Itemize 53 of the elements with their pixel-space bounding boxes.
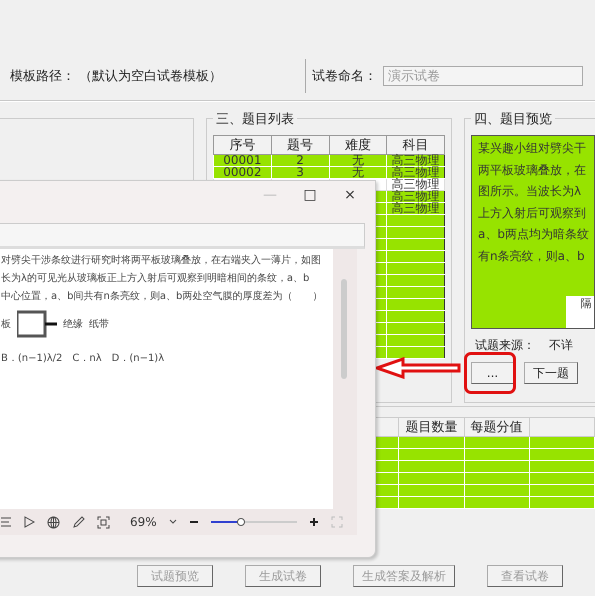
question-text: 中心位置，a、b间共有n条亮纹，则a、b两处空气膜的厚度差为（ ） <box>1 291 324 302</box>
pencil-icon[interactable] <box>72 516 85 528</box>
field-label: 试卷命名： <box>312 68 377 85</box>
column-header[interactable]: 科目 <box>386 136 444 154</box>
globe-icon[interactable] <box>47 516 60 528</box>
figure-caption: 隔 <box>566 296 594 328</box>
group-title: 三、题目列表 <box>213 110 297 128</box>
close-button[interactable]: × <box>339 187 361 203</box>
table-cell: 无 <box>352 165 364 179</box>
field-label: 模板路径： <box>10 68 75 85</box>
field-label: 试题来源： <box>475 337 535 354</box>
template-path: （默认为空白试卷模板） <box>79 68 222 85</box>
preview-text: a、b两点均为暗条纹 <box>478 226 590 243</box>
table-cell: 2 <box>296 153 304 167</box>
table-cell: 3 <box>296 165 304 179</box>
preview-text: 两平板玻璃叠放，在 <box>478 162 587 178</box>
figure-label: 绝缘 <box>63 318 83 331</box>
column-header[interactable]: 每题分值 <box>464 418 530 436</box>
chevron-down-icon[interactable] <box>168 519 177 525</box>
group-title: 四、题目预览 <box>471 110 555 128</box>
table-cell: 00001 <box>223 153 262 167</box>
column-header[interactable]: 题号 <box>271 136 329 154</box>
zoom-in-icon[interactable] <box>308 517 319 527</box>
table-cell: 高三物理 <box>392 189 440 203</box>
source-value: 不详 <box>549 337 573 354</box>
next-question-button[interactable]: 下一题 <box>524 362 578 384</box>
preview-text: 图所示。当波长为λ <box>478 183 582 200</box>
column-header[interactable]: 难度 <box>329 136 387 154</box>
zoom-value[interactable]: 69% <box>130 515 157 529</box>
figure-label: 板 <box>1 318 11 331</box>
preview-text: 上方入射后可观察到 <box>478 204 587 222</box>
question-text: 长为λ的可见光从玻璃板正上方入射后可观察到明暗相间的条纹，a、b <box>1 273 310 284</box>
column-header[interactable]: 序号 <box>214 136 272 154</box>
scrollbar[interactable] <box>333 249 357 509</box>
table-cell: 高三物理 <box>392 177 440 191</box>
preview-text: 某兴趣小组对劈尖干 <box>478 140 587 157</box>
table-cell: 无 <box>352 153 364 167</box>
play-icon[interactable] <box>23 516 35 528</box>
table-cell: 高三物理 <box>392 201 440 215</box>
figure-label: 纸带 <box>89 318 109 331</box>
table-cell: 高三物理 <box>392 153 440 167</box>
table-cell: 00002 <box>223 165 262 179</box>
question-text: 对劈尖干涉条纹进行研究时将两平板玻璃叠放，在右端夹入一薄片，如图 <box>1 255 322 266</box>
maximize-button[interactable]: □ <box>299 187 321 203</box>
preview-text: 有n条亮纹，则a、b <box>478 248 586 264</box>
column-header[interactable]: 题目数量 <box>398 418 464 436</box>
menu-icon[interactable] <box>1 517 11 527</box>
fit-page-icon[interactable] <box>97 516 110 528</box>
plate-drawing <box>17 309 57 339</box>
table-cell: 高三物理 <box>392 165 440 179</box>
browse-button[interactable]: ... <box>471 362 514 384</box>
arrow-icon <box>375 356 461 380</box>
answer-options: B．(n−1)λ/2 C．nλ D．(n−1)λ <box>1 353 329 364</box>
